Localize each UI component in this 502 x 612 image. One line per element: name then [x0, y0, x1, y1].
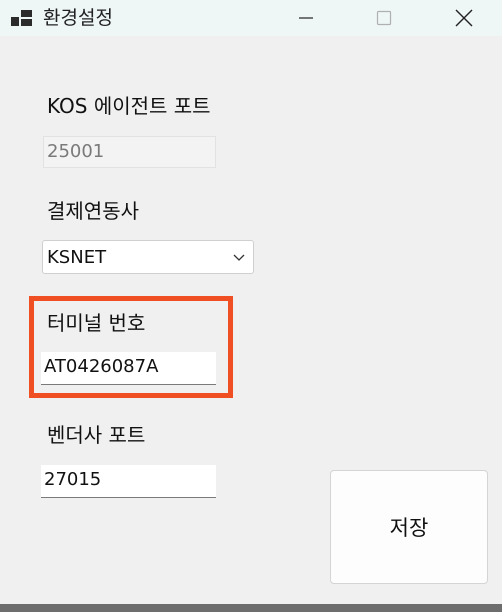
vendor-port-field[interactable]: 27015: [41, 465, 216, 498]
chevron-down-icon: [233, 254, 245, 261]
maximize-button[interactable]: [361, 0, 407, 36]
payment-provider-label: 결제연동사: [47, 199, 139, 223]
payment-provider-select[interactable]: KSNET: [42, 240, 254, 274]
minimize-icon: [299, 17, 313, 19]
vendor-port-label: 벤더사 포트: [47, 423, 146, 447]
save-button[interactable]: 저장: [330, 470, 488, 584]
terminal-number-value: AT0426087A: [44, 356, 159, 377]
terminal-number-field[interactable]: AT0426087A: [41, 352, 216, 385]
maximize-icon: [376, 10, 392, 26]
settings-window: 환경설정 KOS 에이전트 포트 25001 결제연동사 KSNET 터미널 번…: [0, 0, 502, 612]
window-title: 환경설정: [43, 7, 113, 29]
vendor-port-value: 27015: [44, 469, 102, 490]
title-bar: 환경설정: [0, 0, 502, 36]
payment-provider-value: KSNET: [47, 247, 107, 268]
kos-port-label: KOS 에이전트 포트: [47, 94, 211, 118]
minimize-button[interactable]: [283, 0, 329, 36]
terminal-number-label: 터미널 번호: [47, 311, 146, 335]
close-icon: [455, 9, 473, 27]
close-button[interactable]: [441, 0, 487, 36]
kos-port-value: 25001: [47, 141, 105, 162]
app-window-icon: [11, 10, 32, 26]
window-bottom-edge: [0, 604, 502, 612]
kos-port-field: 25001: [43, 136, 216, 168]
